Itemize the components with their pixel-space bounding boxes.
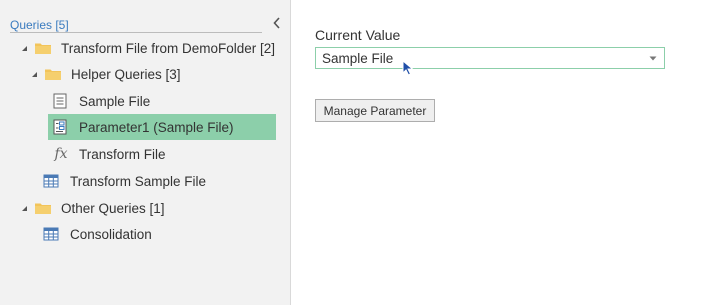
- queries-header-label: Queries [5]: [10, 18, 69, 32]
- tree-group-helper-queries[interactable]: Helper Queries [3]: [30, 61, 181, 87]
- manage-parameter-button[interactable]: Manage Parameter: [315, 99, 435, 122]
- tree-label: Helper Queries [3]: [71, 66, 181, 82]
- current-value-select[interactable]: Sample File: [315, 47, 665, 69]
- queries-header: Queries [5]: [10, 16, 262, 33]
- expanded-triangle-icon[interactable]: [30, 70, 39, 79]
- current-value-label: Current Value: [315, 27, 401, 43]
- folder-icon: [34, 201, 52, 215]
- tree-label: Transform File: [79, 146, 166, 162]
- tree-item-consolidation[interactable]: Consolidation: [43, 221, 152, 247]
- parameter-icon: [52, 119, 68, 135]
- function-icon: fx: [54, 146, 68, 162]
- tree-label: Other Queries [1]: [61, 200, 165, 216]
- tree-label: Transform File from DemoFolder [2]: [61, 40, 276, 56]
- table-icon: [43, 227, 59, 241]
- document-icon: [52, 93, 68, 109]
- tree-group-other-queries[interactable]: Other Queries [1]: [20, 195, 165, 221]
- tree-group-transform-file-from-demofolder[interactable]: Transform File from DemoFolder [2]: [20, 35, 275, 61]
- parameter-panel: Current Value Sample File Manage Paramet…: [292, 0, 711, 305]
- dropdown-arrow-icon[interactable]: [642, 56, 664, 61]
- tree-label: Parameter1 (Sample File): [79, 119, 234, 135]
- expanded-triangle-icon[interactable]: [20, 204, 29, 213]
- tree-item-transform-sample-file[interactable]: Transform Sample File: [43, 168, 206, 194]
- current-value-text: Sample File: [322, 50, 394, 66]
- table-icon: [43, 174, 59, 188]
- tree-item-sample-file[interactable]: Sample File: [52, 88, 150, 114]
- collapse-pane-button[interactable]: [270, 14, 284, 32]
- tree-label: Transform Sample File: [70, 173, 207, 189]
- tree-label: Consolidation: [70, 226, 152, 242]
- tree-item-parameter1[interactable]: Parameter1 (Sample File): [48, 114, 276, 140]
- mouse-cursor-icon: [402, 60, 414, 76]
- folder-icon: [34, 41, 52, 55]
- folder-icon: [44, 67, 62, 81]
- expanded-triangle-icon[interactable]: [20, 44, 29, 53]
- tree-label: Sample File: [79, 93, 151, 109]
- queries-pane: Queries [5] Transform File from DemoFold…: [0, 0, 291, 305]
- chevron-left-icon: [273, 17, 280, 29]
- tree-item-transform-file[interactable]: fx Transform File: [52, 141, 166, 167]
